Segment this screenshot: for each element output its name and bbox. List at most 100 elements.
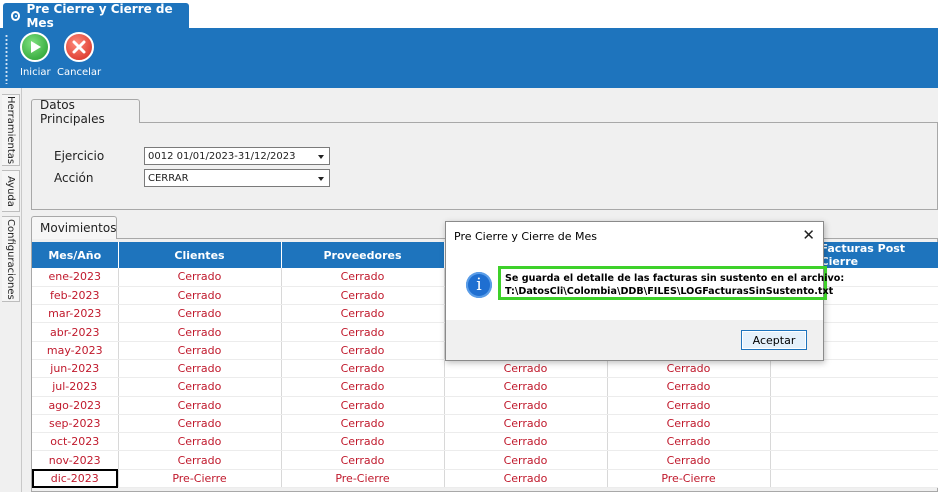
start-button[interactable]: Iniciar (20, 32, 51, 78)
cell-mes[interactable]: feb-2023 (32, 286, 119, 306)
cell-clientes[interactable]: Pre-Cierre (118, 469, 282, 489)
cell-mes[interactable]: oct-2023 (32, 432, 119, 452)
cell-mes[interactable]: jun-2023 (32, 359, 119, 379)
cell-mes[interactable]: dic-2023 (32, 469, 119, 489)
cell-col5[interactable]: Cerrado (607, 450, 771, 470)
cell-clientes[interactable]: Cerrado (118, 432, 282, 452)
cell-col4[interactable]: Cerrado (444, 432, 608, 452)
cell-col4[interactable]: Cerrado (444, 359, 608, 379)
cell-mes[interactable]: nov-2023 (32, 450, 119, 470)
cell-col4[interactable]: Cerrado (444, 414, 608, 434)
cell-facturas-post-cierre[interactable] (770, 396, 938, 415)
table-row[interactable]: jun-2023 Cerrado Cerrado Cerrado Cerrado (32, 359, 938, 379)
table-row[interactable]: ago-2023 Cerrado Cerrado Cerrado Cerrado (32, 396, 938, 415)
cell-facturas-post-cierre[interactable] (770, 450, 938, 470)
cell-col4[interactable]: Cerrado (444, 377, 608, 397)
cell-col4[interactable]: Cerrado (444, 396, 608, 415)
tab-datos-principales[interactable]: Datos Principales (31, 97, 140, 126)
cell-proveedores[interactable]: Cerrado (281, 286, 445, 306)
tab-datos-principales-label: Datos Principales (40, 97, 105, 126)
cell-col5[interactable]: Cerrado (607, 414, 771, 434)
tab-movimientos-label: Movimientos (40, 221, 117, 235)
cell-facturas-post-cierre[interactable] (770, 432, 938, 452)
cell-proveedores[interactable]: Cerrado (281, 377, 445, 397)
info-dialog: Pre Cierre y Cierre de Mes ✕ i Se guarda… (445, 221, 845, 361)
cell-facturas-post-cierre[interactable] (770, 469, 938, 489)
datos-principales-panel (31, 122, 938, 210)
cell-clientes[interactable]: Cerrado (118, 286, 282, 306)
ejercicio-value: 0012 01/01/2023-31/12/2023 (148, 150, 296, 162)
cell-clientes[interactable]: Cerrado (118, 268, 282, 287)
table-row[interactable]: oct-2023 Cerrado Cerrado Cerrado Cerrado (32, 432, 938, 452)
cell-clientes[interactable]: Cerrado (118, 396, 282, 415)
aceptar-button[interactable]: Aceptar (741, 330, 807, 350)
cell-mes[interactable]: sep-2023 (32, 414, 119, 434)
cell-proveedores[interactable]: Cerrado (281, 359, 445, 379)
table-row[interactable]: sep-2023 Cerrado Cerrado Cerrado Cerrado (32, 414, 938, 434)
cell-clientes[interactable]: Cerrado (118, 341, 282, 360)
cell-mes[interactable]: may-2023 (32, 341, 119, 360)
side-tab-herramientas[interactable]: Herramientas (2, 94, 20, 166)
dialog-message-line1: Se guarda el detalle de las facturas sin… (505, 273, 845, 284)
accion-select[interactable]: CERRAR (144, 169, 330, 187)
cell-proveedores[interactable]: Cerrado (281, 432, 445, 452)
column-header-proveedores[interactable]: Proveedores (281, 242, 445, 268)
cancel-x-icon (64, 32, 95, 62)
toolbar-grip[interactable] (5, 34, 8, 84)
cell-mes[interactable]: mar-2023 (32, 304, 119, 324)
cell-col4[interactable]: Cerrado (444, 450, 608, 470)
cell-mes[interactable]: jul-2023 (32, 377, 119, 397)
side-tab-configuraciones[interactable]: Configuraciones (2, 216, 20, 302)
cell-clientes[interactable]: Cerrado (118, 377, 282, 397)
cancel-button-label: Cancelar (57, 67, 102, 78)
dialog-footer: Aceptar (446, 320, 823, 360)
cell-clientes[interactable]: Cerrado (118, 450, 282, 470)
cell-mes[interactable]: ago-2023 (32, 396, 119, 415)
close-icon[interactable]: ✕ (802, 226, 815, 244)
cell-proveedores[interactable]: Cerrado (281, 414, 445, 434)
table-row[interactable]: nov-2023 Cerrado Cerrado Cerrado Cerrado (32, 450, 938, 470)
column-header-mes[interactable]: Mes/Año (32, 242, 119, 268)
side-tab-label: Ayuda (5, 175, 16, 207)
side-tab-ayuda[interactable]: Ayuda (2, 170, 20, 212)
column-header-clientes[interactable]: Clientes (118, 242, 282, 268)
cell-mes[interactable]: ene-2023 (32, 268, 119, 287)
cell-proveedores[interactable]: Cerrado (281, 268, 445, 287)
tab-movimientos[interactable]: Movimientos (31, 216, 117, 239)
cell-proveedores[interactable]: Cerrado (281, 322, 445, 342)
cell-col5[interactable]: Cerrado (607, 359, 771, 379)
cell-facturas-post-cierre[interactable] (770, 414, 938, 434)
cell-col4[interactable]: Cerrado (444, 469, 608, 489)
ejercicio-select[interactable]: 0012 01/01/2023-31/12/2023 (144, 147, 330, 165)
side-tab-label: Herramientas (5, 95, 16, 165)
cell-proveedores[interactable]: Cerrado (281, 450, 445, 470)
cell-facturas-post-cierre[interactable] (770, 377, 938, 397)
cell-col5[interactable]: Cerrado (607, 396, 771, 415)
cell-clientes[interactable]: Cerrado (118, 322, 282, 342)
start-button-label: Iniciar (20, 67, 51, 78)
dialog-title: Pre Cierre y Cierre de Mes (454, 230, 597, 243)
cell-clientes[interactable]: Cerrado (118, 414, 282, 434)
side-tabs: Herramientas Ayuda Configuraciones (0, 88, 22, 492)
play-icon (20, 32, 51, 62)
cell-col5[interactable]: Cerrado (607, 377, 771, 397)
side-tab-label: Configuraciones (5, 218, 16, 300)
cell-col5[interactable]: Pre-Cierre (607, 469, 771, 489)
dialog-message: Se guarda el detalle de las facturas sin… (498, 266, 845, 300)
info-icon: i (466, 272, 492, 298)
main-toolbar: Iniciar Cancelar (0, 28, 938, 88)
cell-col5[interactable]: Cerrado (607, 432, 771, 452)
cell-proveedores[interactable]: Cerrado (281, 396, 445, 415)
cell-proveedores[interactable]: Cerrado (281, 304, 445, 324)
document-tab[interactable]: Pre Cierre y Cierre de Mes (3, 1, 189, 30)
document-tab-title: Pre Cierre y Cierre de Mes (26, 1, 173, 30)
cell-proveedores[interactable]: Pre-Cierre (281, 469, 445, 489)
table-row[interactable]: jul-2023 Cerrado Cerrado Cerrado Cerrado (32, 377, 938, 397)
cell-facturas-post-cierre[interactable] (770, 359, 938, 379)
cancel-button[interactable]: Cancelar (57, 32, 101, 78)
cell-mes[interactable]: abr-2023 (32, 322, 119, 342)
cell-proveedores[interactable]: Cerrado (281, 341, 445, 360)
cell-clientes[interactable]: Cerrado (118, 304, 282, 324)
cell-clientes[interactable]: Cerrado (118, 359, 282, 379)
table-row[interactable]: dic-2023 Pre-Cierre Pre-Cierre Cerrado Pre-C… (32, 469, 938, 489)
